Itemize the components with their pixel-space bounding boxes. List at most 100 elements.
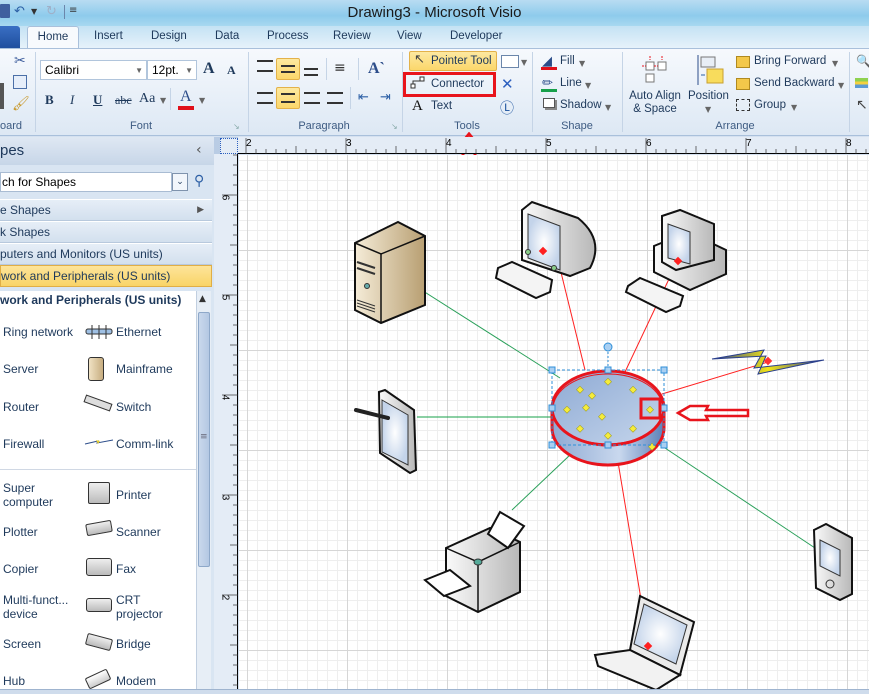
clipboard-group-label: oard	[0, 120, 23, 132]
find-icon[interactable]: 🔍	[856, 54, 869, 68]
pda-shape[interactable]	[812, 522, 853, 602]
tab-data[interactable]: Data	[215, 30, 239, 42]
cut-icon[interactable]: ✂	[14, 53, 26, 69]
master-ring-network[interactable]: Ring network	[3, 325, 73, 339]
increase-indent-icon[interactable]: ⇥	[380, 90, 391, 105]
stencil-quick-shapes[interactable]: k Shapes	[0, 221, 212, 243]
master-comm-link[interactable]: Comm-link	[116, 437, 173, 451]
rotation-handle[interactable]	[603, 342, 613, 352]
rotate-text-icon[interactable]: Ⓛ	[500, 98, 514, 118]
dialog-launcher-icon[interactable]: ↘	[233, 122, 240, 131]
master-server[interactable]: Server	[3, 362, 38, 376]
master-bridge[interactable]: Bridge	[116, 637, 151, 651]
connector-comm-link[interactable]	[661, 361, 769, 395]
paste-icon[interactable]	[0, 83, 4, 109]
connector-pda[interactable]	[661, 445, 816, 549]
master-firewall[interactable]: Firewall	[3, 437, 44, 451]
master-scanner[interactable]: Scanner	[116, 525, 161, 539]
bullets-icon[interactable]: ≡	[334, 60, 346, 76]
copy-icon[interactable]	[13, 75, 27, 89]
bring-forward-button[interactable]: Bring Forward	[754, 55, 826, 67]
server-tower-shape[interactable]	[354, 220, 426, 325]
master-crt-projector[interactable]: CRT projector	[116, 593, 176, 621]
bold-button[interactable]: B	[45, 92, 54, 108]
dialog-launcher-icon[interactable]: ↘	[391, 122, 398, 131]
auto-align-button[interactable]: Auto Align & Space	[627, 90, 683, 116]
ruler-origin-icon[interactable]	[220, 138, 238, 154]
file-tab[interactable]	[0, 26, 20, 48]
close-x-icon[interactable]: ✕	[501, 75, 514, 93]
select-icon[interactable]: ↖	[856, 97, 868, 113]
shrink-font-button[interactable]: A	[227, 63, 236, 78]
master-ethernet[interactable]: Ethernet	[116, 325, 161, 339]
crt-monitor-pc-shape[interactable]	[494, 200, 597, 300]
grow-font-button[interactable]: A	[203, 60, 215, 78]
tab-view[interactable]: View	[397, 30, 422, 42]
master-super-computer[interactable]: Super computer	[3, 481, 63, 509]
change-case-button[interactable]: Aa	[139, 91, 155, 107]
send-backward-button[interactable]: Send Backward	[754, 77, 835, 89]
tab-design[interactable]: Design	[151, 30, 187, 42]
position-button[interactable]: Position	[688, 90, 729, 102]
format-painter-icon[interactable]: 🖌	[12, 96, 30, 112]
master-router[interactable]: Router	[3, 400, 39, 414]
align-center-button[interactable]	[276, 87, 300, 109]
comm-link-shape[interactable]	[711, 349, 825, 375]
tablet-shape[interactable]	[354, 388, 418, 475]
fill-button[interactable]: Fill	[560, 55, 575, 67]
strikethrough-button[interactable]: abc	[115, 93, 132, 108]
master-multifunction-device[interactable]: Multi-funct... device	[3, 593, 79, 621]
window-title: Drawing3 - Microsoft Visio	[347, 4, 522, 21]
rectangle-icon[interactable]	[501, 55, 519, 68]
chevron-down-icon: ▼	[579, 59, 586, 68]
master-modem[interactable]: Modem	[116, 674, 156, 688]
shadow-button[interactable]: Shadow	[560, 99, 602, 111]
tab-review[interactable]: Review	[333, 30, 371, 42]
font-color-button[interactable]: A	[180, 88, 192, 106]
mainframe-icon	[88, 357, 104, 381]
tab-developer[interactable]: Developer	[450, 30, 502, 42]
justify-icon[interactable]	[327, 92, 343, 104]
italic-button[interactable]: I	[70, 92, 74, 108]
master-hub[interactable]: Hub	[3, 674, 25, 688]
desktop-pc-shape[interactable]	[624, 208, 727, 314]
master-switch[interactable]: Switch	[116, 400, 151, 414]
stencil-computers-monitors[interactable]: puters and Monitors (US units)	[0, 243, 212, 265]
search-shapes-input[interactable]: ch for Shapes	[0, 172, 172, 192]
align-top-icon[interactable]	[257, 60, 273, 72]
align-right-icon[interactable]	[304, 92, 320, 104]
tab-process[interactable]: Process	[267, 30, 309, 42]
master-screen[interactable]: Screen	[3, 637, 41, 651]
laptop-shape[interactable]	[593, 594, 696, 689]
align-bottom-icon[interactable]	[304, 68, 318, 76]
collapse-pane-icon[interactable]: ‹	[196, 142, 202, 158]
align-middle-button[interactable]	[276, 58, 300, 80]
text-tool-button[interactable]: Text	[431, 100, 452, 112]
line-button[interactable]: Line	[560, 77, 582, 89]
stencil-more-shapes[interactable]: e Shapes ▶	[0, 199, 212, 221]
connector-button[interactable]: Connector	[431, 78, 484, 90]
master-copier[interactable]: Copier	[3, 562, 38, 576]
layers-icon[interactable]	[855, 78, 868, 88]
search-icon[interactable]: ⚲	[194, 173, 204, 189]
font-name-combo[interactable]: Calibri ▼	[40, 60, 147, 80]
tab-home[interactable]: Home	[27, 26, 79, 49]
stencil-network-peripherals[interactable]: work and Peripherals (US units)	[0, 265, 212, 287]
printer-shape[interactable]	[423, 510, 526, 614]
tab-insert[interactable]: Insert	[94, 30, 123, 42]
connector-printer[interactable]	[511, 454, 571, 511]
master-fax[interactable]: Fax	[116, 562, 136, 576]
underline-button[interactable]: U	[93, 92, 102, 108]
master-mainframe[interactable]: Mainframe	[116, 362, 173, 376]
search-dropdown-icon[interactable]: ⌄	[172, 173, 188, 191]
decrease-indent-icon[interactable]: ⇤	[358, 90, 369, 105]
align-left-icon[interactable]	[257, 92, 273, 104]
text-block-icon[interactable]: Aˋ	[368, 60, 385, 78]
scroll-up-icon[interactable]: ▲	[199, 294, 206, 304]
chevron-down-icon: ▼	[135, 66, 143, 75]
fax-icon	[86, 558, 112, 576]
font-size-combo[interactable]: 12pt. ▼	[147, 60, 197, 80]
group-button[interactable]: Group	[754, 99, 786, 111]
master-printer[interactable]: Printer	[116, 488, 151, 502]
master-plotter[interactable]: Plotter	[3, 525, 38, 539]
